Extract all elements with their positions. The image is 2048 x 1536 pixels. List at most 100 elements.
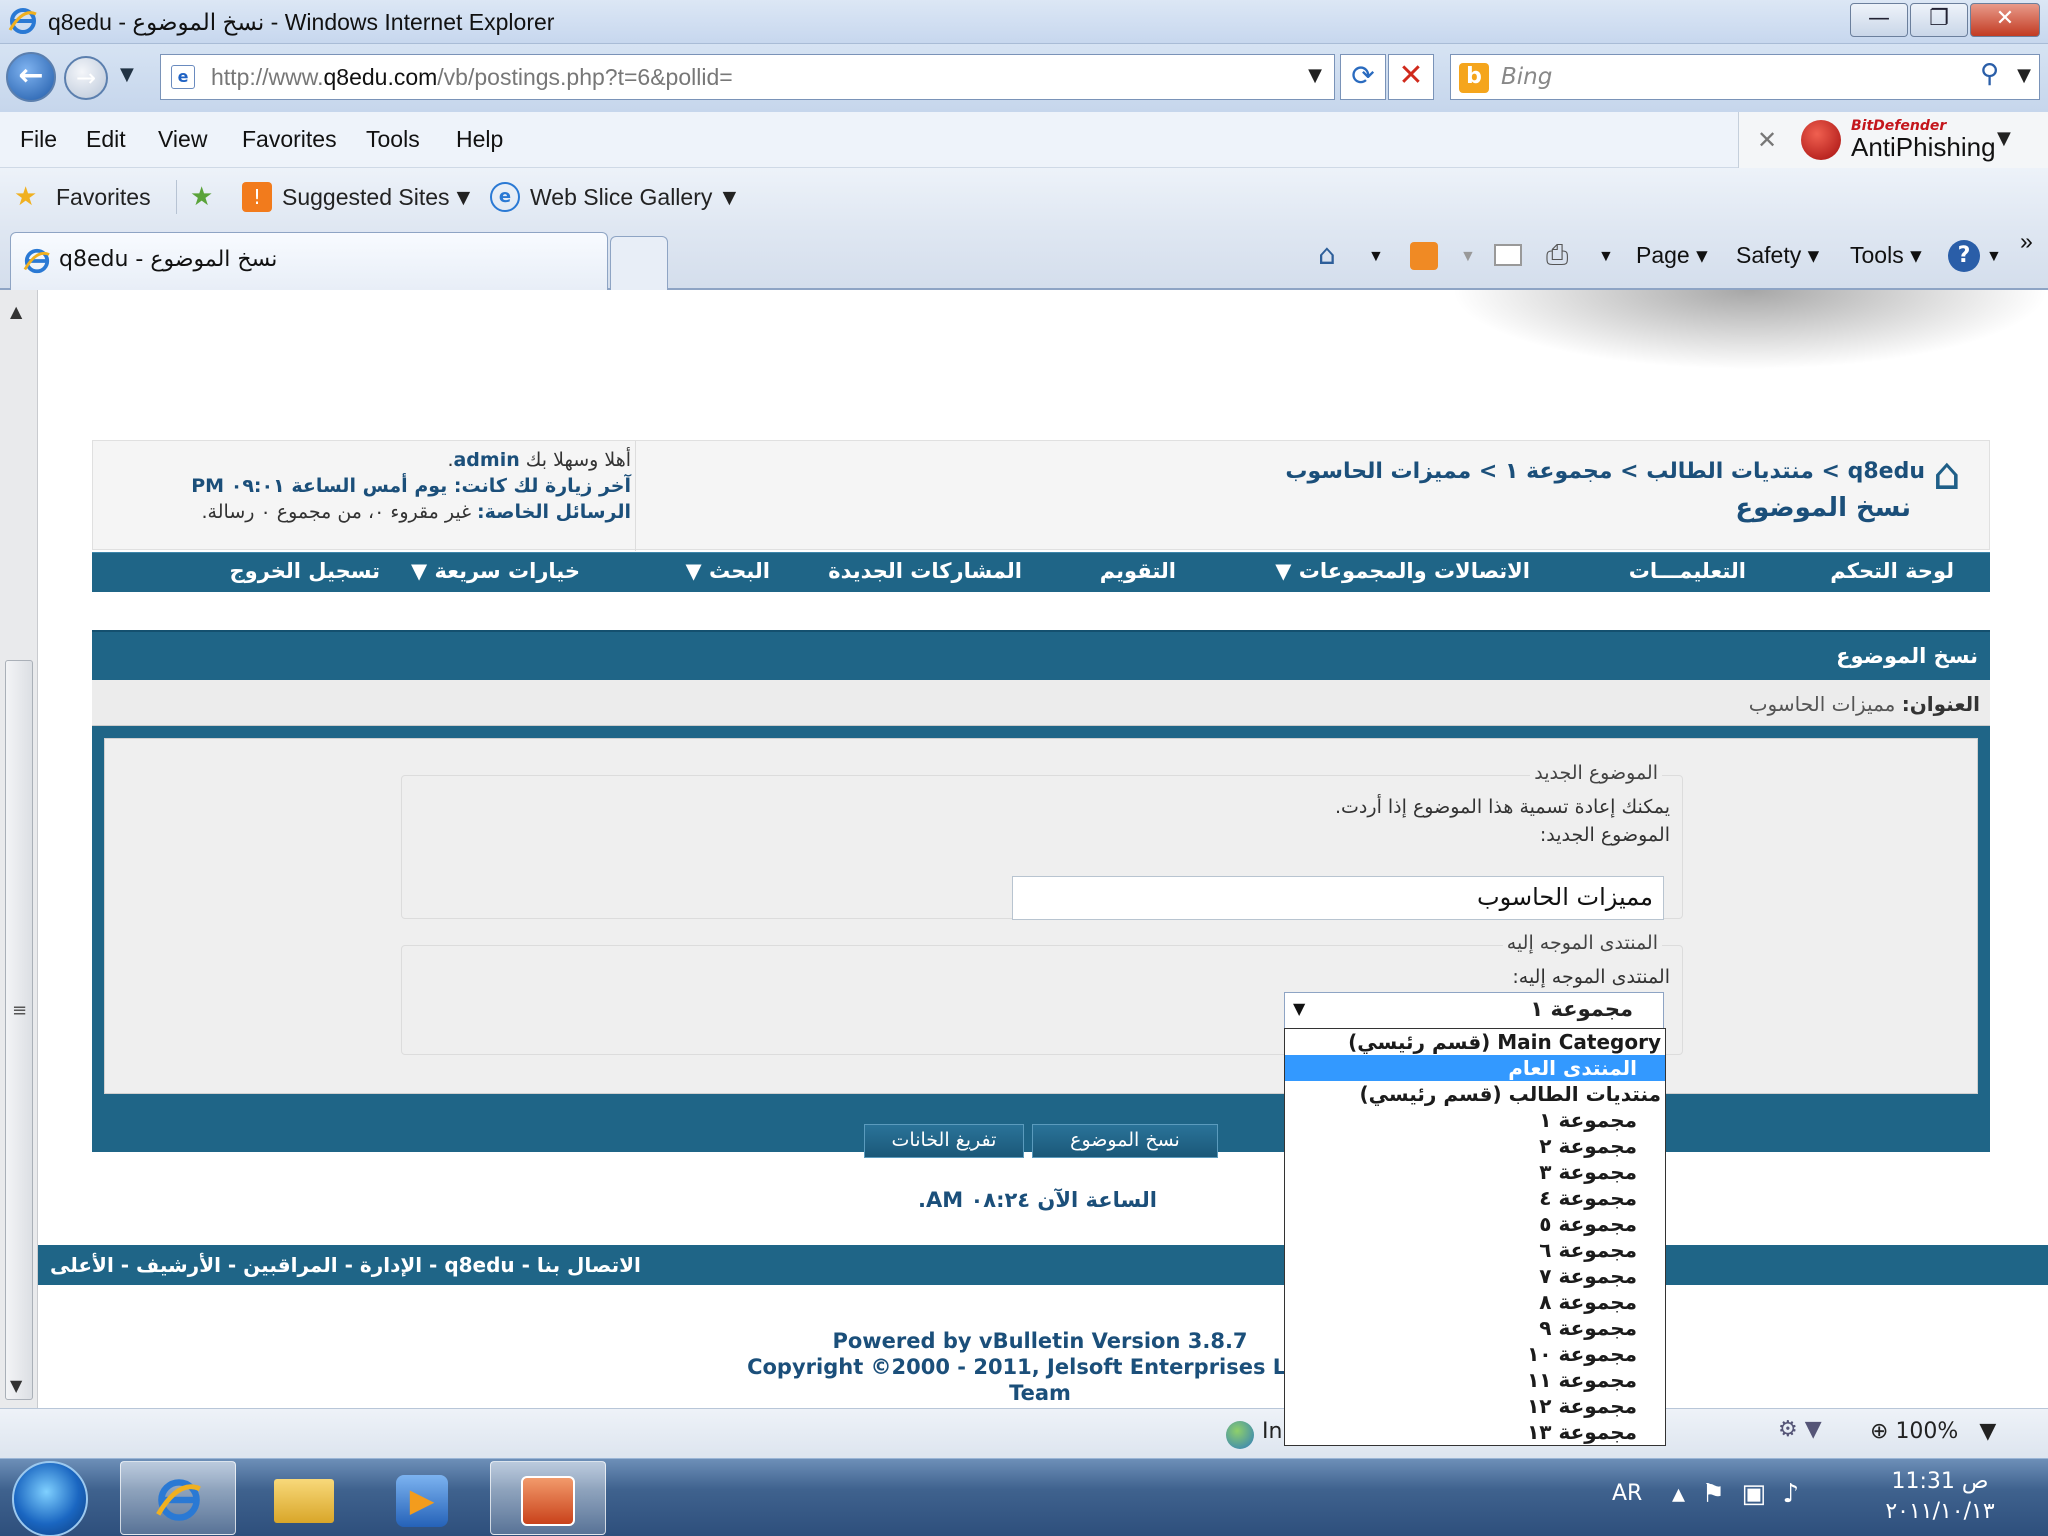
taskbar-ie[interactable] [120,1461,236,1535]
scroll-up-arrow-icon[interactable]: ▲ [10,302,22,321]
clock[interactable]: 11:31 ص ٢٠١١/١٠/١٣ [1860,1467,2020,1527]
dropdown-option[interactable]: مجموعة ٥ [1285,1211,1665,1237]
dropdown-option[interactable]: مجموعة ١ [1285,1107,1665,1133]
new-tab-button[interactable] [610,236,668,290]
window-title-bar[interactable]: q8edu - نسخ الموضوع - Windows Internet E… [0,0,2048,44]
page-menu[interactable]: Page ▾ [1636,242,1708,269]
language-indicator[interactable]: AR [1612,1481,1642,1506]
destination-forum-select[interactable]: مجموعة ١ ▼ [1284,992,1664,1030]
taskbar-media-player[interactable]: ▶ [366,1461,482,1535]
antiphishing-dropdown[interactable]: ▼ [1997,128,2011,149]
new-topic-input[interactable]: مميزات الحاسوب [1012,876,1664,920]
footer-links[interactable]: الاتصال بنا - q8edu - الإدارة - المراقبي… [50,1253,641,1277]
private-messages[interactable]: الرسائل الخاصة: غير مقروء ٠، من مجموع ٠ … [101,499,631,525]
menu-help[interactable]: Help [456,126,503,153]
dropdown-option[interactable]: مجموعة ٩ [1285,1315,1665,1341]
search-input[interactable]: Bing [1501,63,1552,91]
help-dropdown[interactable]: ▼ [1986,248,2002,266]
suggested-sites-link[interactable]: Suggested Sites [282,184,450,211]
recent-pages-dropdown[interactable]: ▼ [120,64,134,85]
search-box[interactable]: b Bing ⚲ ▼ [1450,54,2040,100]
maximize-button[interactable]: ❐ [1910,3,1968,37]
stop-button[interactable]: ✕ [1388,54,1434,100]
home-dropdown[interactable]: ▼ [1368,248,1384,266]
reset-fields-button[interactable]: تفريغ الخانات [864,1124,1024,1158]
refresh-button[interactable]: ⟳ [1340,54,1386,100]
dropdown-option[interactable]: مجموعة ٢ [1285,1133,1665,1159]
home-icon[interactable]: ⌂ [1318,238,1336,271]
dropdown-option[interactable]: مجموعة ٧ [1285,1263,1665,1289]
taskbar-powerpoint[interactable] [490,1461,606,1535]
help-icon[interactable]: ? [1948,240,1980,272]
nav-calendar[interactable]: التقويم [1100,559,1176,583]
menu-tools[interactable]: Tools [366,126,420,153]
dropdown-option[interactable]: Main Category (قسم رئيسي) [1285,1029,1665,1055]
favorites-button[interactable]: Favorites [56,184,151,211]
nav-contacts[interactable]: الاتصالات والمجموعات ▼ [1275,559,1530,583]
breadcrumb[interactable]: q8edu > منتديات الطالب > مجموعة ١ > مميز… [1285,459,1925,484]
tab-active[interactable]: q8edu - نسخ الموضوع [10,232,608,290]
vertical-scrollbar[interactable]: ▲ ≡ ▼ [0,290,38,1408]
username-link[interactable]: admin [453,449,519,471]
web-slice-gallery-link[interactable]: Web Slice Gallery [530,184,712,211]
print-icon[interactable]: ⎙ [1546,238,1568,272]
dropdown-option[interactable]: مجموعة ٤ [1285,1185,1665,1211]
nav-logout[interactable]: تسجيل الخروج [230,559,381,583]
dropdown-option[interactable]: مجموعة ٦ [1285,1237,1665,1263]
scroll-down-arrow-icon[interactable]: ▼ [10,1376,22,1395]
nav-new-posts[interactable]: المشاركات الجديدة [828,559,1022,583]
dropdown-option[interactable]: منتديات الطالب (قسم رئيسي) [1285,1081,1665,1107]
network-icon[interactable]: ▣ [1741,1479,1766,1509]
destination-forum-options[interactable]: Main Category (قسم رئيسي) المنتدى العام من… [1284,1028,1666,1446]
print-dropdown[interactable]: ▼ [1598,248,1614,266]
back-button[interactable]: ← [6,52,56,102]
start-orb-icon[interactable] [12,1461,88,1536]
volume-icon[interactable]: ♪ [1783,1479,1800,1509]
feed-icon[interactable] [1410,242,1438,270]
nav-user-cp[interactable]: لوحة التحكم [1830,559,1954,583]
search-options-dropdown[interactable]: ▼ [2017,65,2031,86]
minimize-button[interactable]: — [1850,3,1908,37]
address-dropdown[interactable]: ▼ [1308,65,1322,86]
zoom-level[interactable]: ⊕ 100% ▼ [1870,1419,1996,1444]
forward-button[interactable]: → [64,56,108,100]
dropdown-option[interactable]: المنتدى العام [1285,1055,1665,1081]
chevron-up-icon[interactable]: ▴ [1672,1479,1685,1509]
nav-quick-links[interactable]: خيارات سريعة ▼ [411,559,580,583]
action-center-flag-icon[interactable]: ⚑ [1702,1479,1725,1509]
copy-thread-button[interactable]: نسخ الموضوع [1032,1124,1218,1158]
antiphishing-label[interactable]: AntiPhishing [1851,132,1996,163]
dropdown-option[interactable]: مجموعة ٣ [1285,1159,1665,1185]
protected-mode-icon[interactable]: ⚙ ▼ [1778,1417,1822,1442]
dropdown-option[interactable]: مجموعة ١١ [1285,1367,1665,1393]
close-button[interactable]: ✕ [1970,3,2040,37]
tools-menu[interactable]: Tools ▾ [1850,242,1922,269]
menu-edit[interactable]: Edit [86,126,126,153]
chevron-right-icon[interactable]: » [2020,228,2033,255]
dropdown-option[interactable]: مجموعة ١٠ [1285,1341,1665,1367]
nav-faq[interactable]: التعليمـــات [1629,559,1746,583]
menu-file[interactable]: File [20,126,57,153]
url-text[interactable]: http://www.q8edu.com/vb/postings.php?t=6… [211,63,733,91]
search-icon[interactable]: ⚲ [1980,59,1999,89]
nav-search[interactable]: البحث ▼ [686,559,771,583]
add-favorite-icon[interactable]: ★ [190,182,213,212]
taskbar-explorer[interactable] [244,1461,360,1535]
security-zone[interactable]: In [1262,1419,1282,1444]
menu-favorites[interactable]: Favorites [242,126,337,153]
dropdown-option[interactable]: مجموعة ٨ [1285,1289,1665,1315]
web-slice-dropdown[interactable]: ▼ [718,184,741,211]
address-bar[interactable]: e http://www.q8edu.com/vb/postings.php?t… [160,54,1335,100]
feed-dropdown[interactable]: ▼ [1460,248,1476,266]
dropdown-option[interactable]: مجموعة ١٢ [1285,1393,1665,1419]
system-tray[interactable]: ▴ ⚑ ▣ ♪ [1672,1479,1799,1509]
safety-menu[interactable]: Safety ▾ [1736,242,1819,269]
mail-icon[interactable] [1494,244,1522,266]
forum-home-icon[interactable]: ⌂ [1933,449,1961,500]
nav-search-label: البحث [708,559,770,583]
close-icon[interactable]: ✕ [1757,126,1777,154]
menu-view[interactable]: View [158,126,207,153]
dropdown-option[interactable]: مجموعة ١٣ [1285,1419,1665,1445]
suggested-sites-dropdown[interactable]: ▼ [452,184,475,211]
scrollbar-thumb[interactable] [5,660,33,1400]
